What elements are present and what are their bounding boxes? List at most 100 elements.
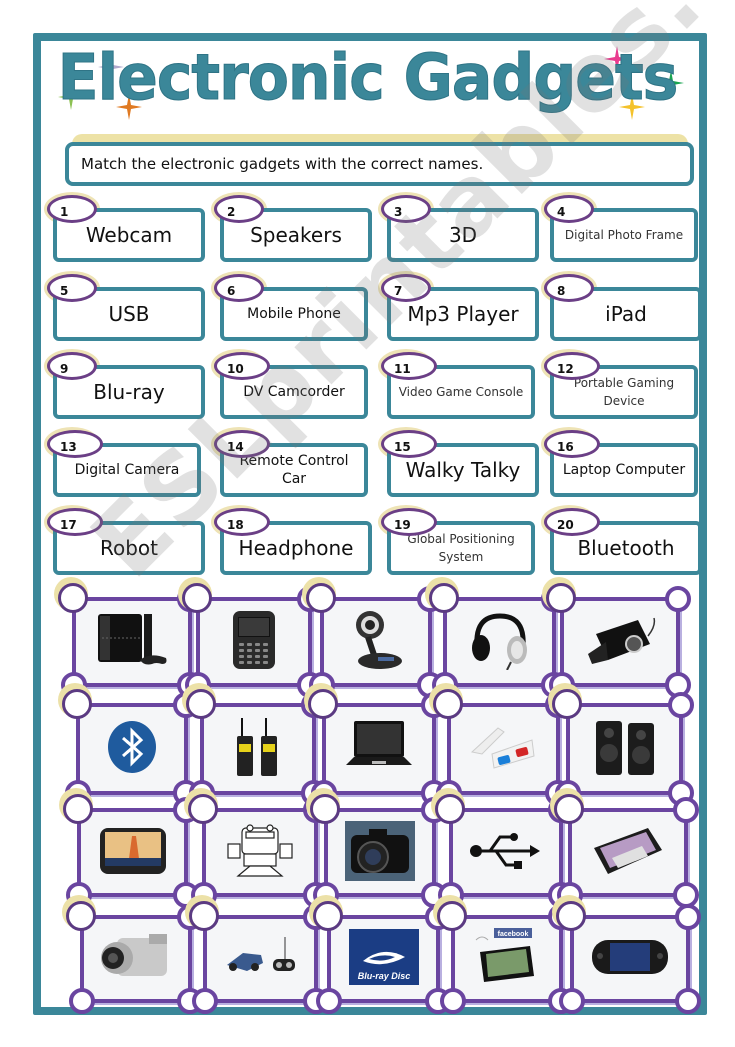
answer-circle[interactable] [188, 794, 218, 824]
mp3-player-icon [582, 614, 658, 670]
portable-gaming-device-icon [590, 934, 670, 984]
headphone-icon [467, 610, 533, 674]
picture-card [191, 797, 329, 908]
answer-circle[interactable] [63, 794, 93, 824]
webcam-icon [348, 607, 404, 677]
speakers-icon [592, 717, 658, 781]
label-number: 4 [544, 195, 594, 223]
answer-circle[interactable] [66, 901, 96, 931]
label-number: 1 [47, 195, 97, 223]
bluetooth-icon [103, 718, 161, 780]
card-notch [668, 692, 694, 718]
answer-circle[interactable] [313, 901, 343, 931]
picture-card [65, 692, 199, 806]
picture-card [66, 797, 199, 908]
label-number: 6 [214, 274, 264, 302]
picture-card [192, 904, 329, 1014]
picture-card [185, 586, 323, 698]
label-text: Blu-ray [93, 380, 165, 404]
picture-card [555, 692, 694, 806]
picture-card [559, 904, 701, 1014]
picture-card [557, 797, 699, 908]
label-number: 12 [544, 352, 600, 380]
mobile-phone-icon [229, 609, 279, 675]
label-number: 18 [214, 508, 270, 536]
card-notch [675, 904, 701, 930]
answer-circle[interactable] [552, 689, 582, 719]
label-text: Walky Talky [405, 458, 521, 482]
svg-text:facebook: facebook [498, 931, 529, 938]
walky-talky-icon [233, 716, 283, 782]
label-text: Speakers [250, 223, 342, 247]
answer-circle[interactable] [306, 583, 336, 613]
card-notch [440, 988, 466, 1014]
label-number: 10 [214, 352, 270, 380]
answer-circle[interactable] [62, 689, 92, 719]
picture-card [549, 586, 691, 698]
label-number: 7 [381, 274, 431, 302]
label-number: 14 [214, 430, 270, 458]
answer-circle[interactable] [437, 901, 467, 931]
answer-circle[interactable] [186, 689, 216, 719]
label-text: Headphone [238, 536, 354, 560]
label-number: 2 [214, 195, 264, 223]
label-number: 13 [47, 430, 103, 458]
label-number: 20 [544, 508, 600, 536]
picture-card [311, 692, 447, 806]
answer-circle[interactable] [556, 901, 586, 931]
robot-icon [222, 822, 298, 884]
label-text: Laptop Computer [562, 462, 686, 478]
label-number: 16 [544, 430, 600, 458]
label-text: Mobile Phone [247, 306, 341, 322]
answer-circle[interactable] [308, 689, 338, 719]
game-console-icon [92, 610, 172, 674]
answer-circle[interactable] [310, 794, 340, 824]
answer-circle[interactable] [546, 583, 576, 613]
worksheet-title: Electronic Gadgets [57, 41, 679, 116]
answer-circle[interactable] [429, 583, 459, 613]
label-number: 17 [47, 508, 103, 536]
picture-card [438, 797, 574, 908]
label-text: Digital Photo Frame [564, 228, 684, 242]
usb-icon [468, 829, 544, 877]
answer-circle[interactable] [182, 583, 212, 613]
answer-circle[interactable] [433, 689, 463, 719]
label-text: Bluetooth [577, 536, 675, 560]
picture-card: facebook [440, 904, 574, 1014]
label-text: iPad [605, 302, 647, 326]
laptop-icon [342, 719, 416, 779]
digital-photo-frame-icon: facebook [472, 928, 542, 990]
label-text: Webcam [85, 223, 173, 247]
picture-card [432, 586, 567, 698]
picture-card [313, 797, 447, 908]
card-notch [69, 988, 95, 1014]
label-text: 3D [448, 223, 478, 247]
label-number: 5 [47, 274, 97, 302]
label-number: 3 [381, 195, 431, 223]
label-text: Digital Camera [74, 462, 180, 478]
answer-circle[interactable] [58, 583, 88, 613]
instruction-box: Match the electronic gadgets with the co… [65, 142, 694, 186]
card-notch [559, 988, 585, 1014]
card-notch [673, 797, 699, 823]
label-number: 15 [381, 430, 437, 458]
label-number: 11 [381, 352, 437, 380]
ipad-icon [590, 824, 666, 882]
answer-circle[interactable] [554, 794, 584, 824]
label-number: 19 [381, 508, 437, 536]
blu-ray-icon: Blu-ray Disc [348, 929, 419, 989]
label-text: Video Game Console [398, 385, 524, 399]
answer-circle[interactable] [435, 794, 465, 824]
remote-control-car-icon [223, 933, 299, 985]
picture-card [309, 586, 443, 698]
picture-card [69, 904, 203, 1014]
picture-card [436, 692, 571, 806]
card-notch [192, 988, 218, 1014]
picture-card: Blu-ray Disc [316, 904, 451, 1014]
answer-circle[interactable] [189, 901, 219, 931]
gps-icon [98, 826, 168, 880]
picture-card [189, 692, 327, 806]
picture-card [61, 586, 203, 698]
label-number: 9 [47, 352, 97, 380]
label-text: Mp3 Player [407, 302, 519, 326]
